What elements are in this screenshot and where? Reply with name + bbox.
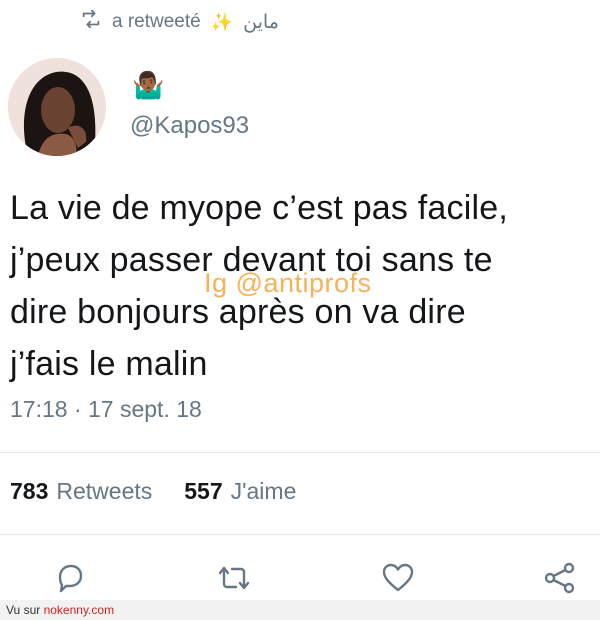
retweet-icon[interactable] [216, 560, 252, 596]
action-bar [0, 556, 600, 600]
shrug-emoji: 🤷🏾‍♂️ [132, 70, 165, 100]
sparkle-icon: ✨ [210, 11, 234, 32]
tweet-timestamp[interactable]: 17:18 · 17 sept. 18 [10, 396, 202, 423]
divider [0, 452, 600, 453]
engagement-stats: 783 Retweets 557 J'aime [10, 478, 296, 505]
divider [0, 534, 600, 535]
retweets-label[interactable]: Retweets [56, 478, 152, 505]
footer-site-link[interactable]: nokenny.com [44, 603, 114, 617]
likes-count[interactable]: 557 [184, 478, 222, 505]
author-handle[interactable]: @Kapos93 [130, 112, 249, 140]
retweet-context: a retweeté ✨ ماين [80, 8, 279, 36]
retweets-count[interactable]: 783 [10, 478, 48, 505]
retweet-label: a retweeté [112, 11, 201, 32]
avatar[interactable] [8, 58, 106, 156]
reply-icon[interactable] [52, 560, 88, 596]
source-footer: Vu sur nokenny.com [0, 600, 600, 620]
like-icon[interactable] [380, 560, 416, 596]
retweeter-name[interactable]: ماين [243, 11, 279, 34]
footer-prefix: Vu sur [6, 603, 44, 617]
tweet-line: j’fais le malin [10, 345, 208, 383]
share-icon[interactable] [542, 560, 578, 596]
watermark: Ig @antiprofs [204, 268, 372, 298]
likes-label[interactable]: J'aime [231, 478, 297, 505]
tweet-line: La vie de myope c’est pas facile, [10, 189, 508, 227]
retweet-small-icon [80, 8, 102, 36]
